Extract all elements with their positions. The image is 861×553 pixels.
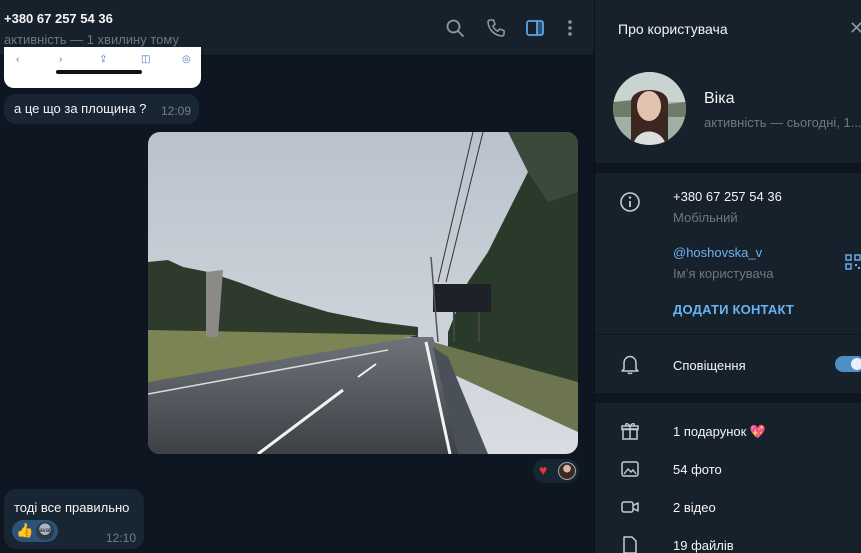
profile-name: Віка [704, 90, 735, 107]
section-divider [595, 393, 861, 403]
phone-label: Мобільний [673, 210, 738, 225]
info-icon [619, 191, 641, 213]
search-icon[interactable] [444, 17, 466, 39]
message-list[interactable]: ‹ › ⇪ ◫ ◎ а це що за площина ? 12:09 ♥ т… [0, 47, 594, 553]
username-label: Імʼя користувача [673, 266, 774, 281]
bell-icon [619, 353, 641, 375]
section-divider [595, 163, 861, 173]
gifts-label: 1 подарунок 💖 [673, 424, 767, 439]
videos-row[interactable]: 2 відео [595, 489, 861, 525]
heart-reaction-icon: ♥ [539, 462, 548, 478]
gifts-row[interactable]: 1 подарунок 💖 [595, 413, 861, 449]
reactor-avatar: avat [36, 522, 54, 540]
road-photo [148, 132, 578, 454]
videos-label: 2 відео [673, 500, 716, 515]
toggle-knob [849, 356, 861, 372]
gift-icon [619, 420, 641, 442]
message-reaction[interactable]: 👍 avat [12, 520, 58, 542]
phone-number[interactable]: +380 67 257 54 36 [673, 189, 782, 204]
more-menu-icon[interactable] [559, 17, 581, 39]
message-text: тоді все правильно [14, 500, 130, 515]
message-time: 12:09 [160, 104, 191, 118]
phone-call-icon[interactable] [485, 17, 507, 39]
section-divider [595, 334, 861, 335]
notifications-toggle[interactable] [835, 356, 861, 372]
avatar-photo [613, 72, 686, 145]
sidebar-toggle-icon[interactable] [524, 17, 546, 39]
add-contact-button[interactable]: ДОДАТИ КОНТАКТ [673, 302, 794, 317]
reactor-avatar [558, 462, 576, 480]
photo-message[interactable] [148, 132, 578, 454]
previous-screenshot-message[interactable]: ‹ › ⇪ ◫ ◎ [4, 47, 201, 88]
photos-label: 54 фото [673, 462, 722, 477]
profile-last-seen: активність — сьогодні, 1... [704, 115, 861, 130]
avatar[interactable] [613, 72, 686, 145]
home-indicator [56, 70, 142, 74]
qr-code-icon[interactable] [845, 254, 861, 270]
message-text: а це що за площина ? [14, 101, 147, 116]
chat-title[interactable]: +380 67 257 54 36 [4, 11, 113, 26]
photos-row[interactable]: 54 фото [595, 451, 861, 487]
files-label: 19 файлів [673, 538, 734, 553]
chat-status: активність — 1 хвилину тому [4, 32, 179, 47]
photo-icon [619, 458, 641, 480]
thumbs-up-icon: 👍 [16, 522, 34, 538]
chat-pane: +380 67 257 54 36 активність — 1 хвилину… [0, 0, 594, 553]
file-icon [619, 534, 641, 553]
notifications-label: Сповіщення [673, 358, 746, 373]
message-time: 12:10 [105, 531, 136, 545]
video-icon [619, 496, 641, 518]
panel-title: Про користувача [618, 21, 728, 37]
message-bubble[interactable]: а це що за площина ? 12:09 [4, 94, 199, 124]
photo-reactions[interactable]: ♥ [533, 459, 579, 483]
username-link[interactable]: @hoshovska_v [673, 245, 762, 260]
close-icon[interactable]: ✕ [849, 18, 861, 39]
user-info-panel: Про користувача ✕ Віка активність — сьог… [595, 0, 861, 553]
files-row[interactable]: 19 файлів [595, 527, 861, 553]
message-bubble[interactable]: тоді все правильно 👍 avat 12:10 [4, 489, 144, 549]
